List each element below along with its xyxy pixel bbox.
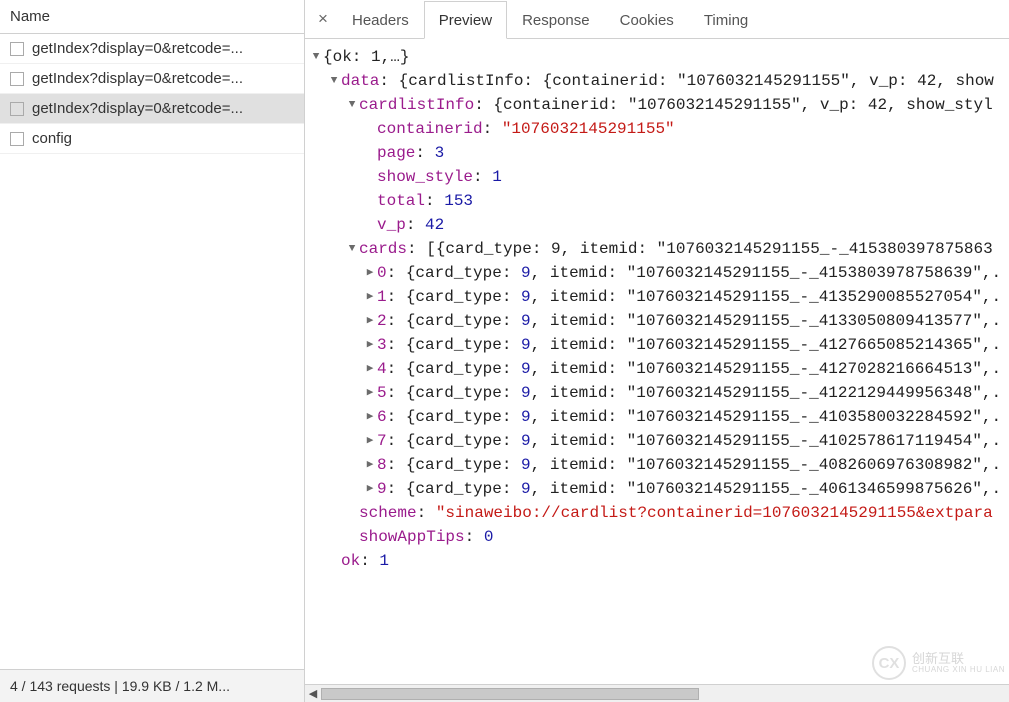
caret-right-icon[interactable] xyxy=(363,285,377,309)
json-row[interactable]: ▶containerid: "1076032145291155" xyxy=(309,117,1005,141)
sidebar-header-name[interactable]: Name xyxy=(0,0,304,34)
file-icon xyxy=(10,132,24,146)
request-label: getIndex?display=0&retcode=... xyxy=(32,40,243,57)
json-row[interactable]: 1: {card_type: 9, itemid: "1076032145291… xyxy=(309,285,1005,309)
tab-response[interactable]: Response xyxy=(507,1,605,39)
json-row[interactable]: 6: {card_type: 9, itemid: "1076032145291… xyxy=(309,405,1005,429)
file-icon xyxy=(10,102,24,116)
caret-down-icon[interactable] xyxy=(345,93,359,117)
json-row[interactable]: 3: {card_type: 9, itemid: "1076032145291… xyxy=(309,333,1005,357)
caret-right-icon[interactable] xyxy=(363,261,377,285)
caret-down-icon[interactable] xyxy=(345,237,359,261)
json-row[interactable]: cards: [{card_type: 9, itemid: "10760321… xyxy=(309,237,1005,261)
caret-right-icon[interactable] xyxy=(363,381,377,405)
tab-headers[interactable]: Headers xyxy=(337,1,424,39)
sidebar-status: 4 / 143 requests | 19.9 KB / 1.2 M... xyxy=(0,669,304,702)
main-panel: × HeadersPreviewResponseCookiesTiming {o… xyxy=(305,0,1009,702)
json-row[interactable]: ▶show_style: 1 xyxy=(309,165,1005,189)
caret-down-icon[interactable] xyxy=(327,69,341,93)
caret-right-icon[interactable] xyxy=(363,357,377,381)
file-icon xyxy=(10,42,24,56)
tab-timing[interactable]: Timing xyxy=(689,1,763,39)
json-row[interactable]: 9: {card_type: 9, itemid: "1076032145291… xyxy=(309,477,1005,501)
json-row[interactable]: ▶scheme: "sinaweibo://cardlist?container… xyxy=(309,501,1005,525)
json-row[interactable]: 8: {card_type: 9, itemid: "1076032145291… xyxy=(309,453,1005,477)
caret-right-icon[interactable] xyxy=(363,453,377,477)
request-label: config xyxy=(32,130,72,147)
json-row[interactable]: {ok: 1,…} xyxy=(309,45,1005,69)
json-row[interactable]: ▶ok: 1 xyxy=(309,549,1005,573)
json-row[interactable]: ▶v_p: 42 xyxy=(309,213,1005,237)
caret-right-icon[interactable] xyxy=(363,405,377,429)
caret-right-icon[interactable] xyxy=(363,309,377,333)
request-label: getIndex?display=0&retcode=... xyxy=(32,100,243,117)
json-row[interactable]: 4: {card_type: 9, itemid: "1076032145291… xyxy=(309,357,1005,381)
caret-right-icon[interactable] xyxy=(363,429,377,453)
request-item[interactable]: getIndex?display=0&retcode=... xyxy=(0,34,304,64)
json-row[interactable]: 7: {card_type: 9, itemid: "1076032145291… xyxy=(309,429,1005,453)
json-row[interactable]: ▶page: 3 xyxy=(309,141,1005,165)
json-row[interactable]: 5: {card_type: 9, itemid: "1076032145291… xyxy=(309,381,1005,405)
tab-preview[interactable]: Preview xyxy=(424,1,507,39)
detail-tabs: × HeadersPreviewResponseCookiesTiming xyxy=(305,0,1009,39)
preview-json-tree[interactable]: {ok: 1,…}data: {cardlistInfo: {container… xyxy=(305,39,1009,684)
request-label: getIndex?display=0&retcode=... xyxy=(32,70,243,87)
network-sidebar: Name getIndex?display=0&retcode=...getIn… xyxy=(0,0,305,702)
tab-cookies[interactable]: Cookies xyxy=(605,1,689,39)
request-item[interactable]: getIndex?display=0&retcode=... xyxy=(0,94,304,124)
request-item[interactable]: getIndex?display=0&retcode=... xyxy=(0,64,304,94)
json-row[interactable]: ▶showAppTips: 0 xyxy=(309,525,1005,549)
scroll-track[interactable] xyxy=(321,687,1009,701)
scroll-thumb[interactable] xyxy=(321,688,699,700)
close-icon[interactable]: × xyxy=(309,1,337,37)
json-row[interactable]: 2: {card_type: 9, itemid: "1076032145291… xyxy=(309,309,1005,333)
request-item[interactable]: config xyxy=(0,124,304,154)
file-icon xyxy=(10,72,24,86)
json-row[interactable]: cardlistInfo: {containerid: "10760321452… xyxy=(309,93,1005,117)
scroll-left-icon[interactable]: ◀ xyxy=(305,687,321,700)
caret-down-icon[interactable] xyxy=(309,45,323,69)
caret-right-icon[interactable] xyxy=(363,333,377,357)
horizontal-scrollbar[interactable]: ◀ xyxy=(305,684,1009,702)
json-row[interactable]: data: {cardlistInfo: {containerid: "1076… xyxy=(309,69,1005,93)
request-list: getIndex?display=0&retcode=... getIndex?d… xyxy=(0,34,304,669)
json-row[interactable]: 0: {card_type: 9, itemid: "1076032145291… xyxy=(309,261,1005,285)
caret-right-icon[interactable] xyxy=(363,477,377,501)
json-row[interactable]: ▶total: 153 xyxy=(309,189,1005,213)
